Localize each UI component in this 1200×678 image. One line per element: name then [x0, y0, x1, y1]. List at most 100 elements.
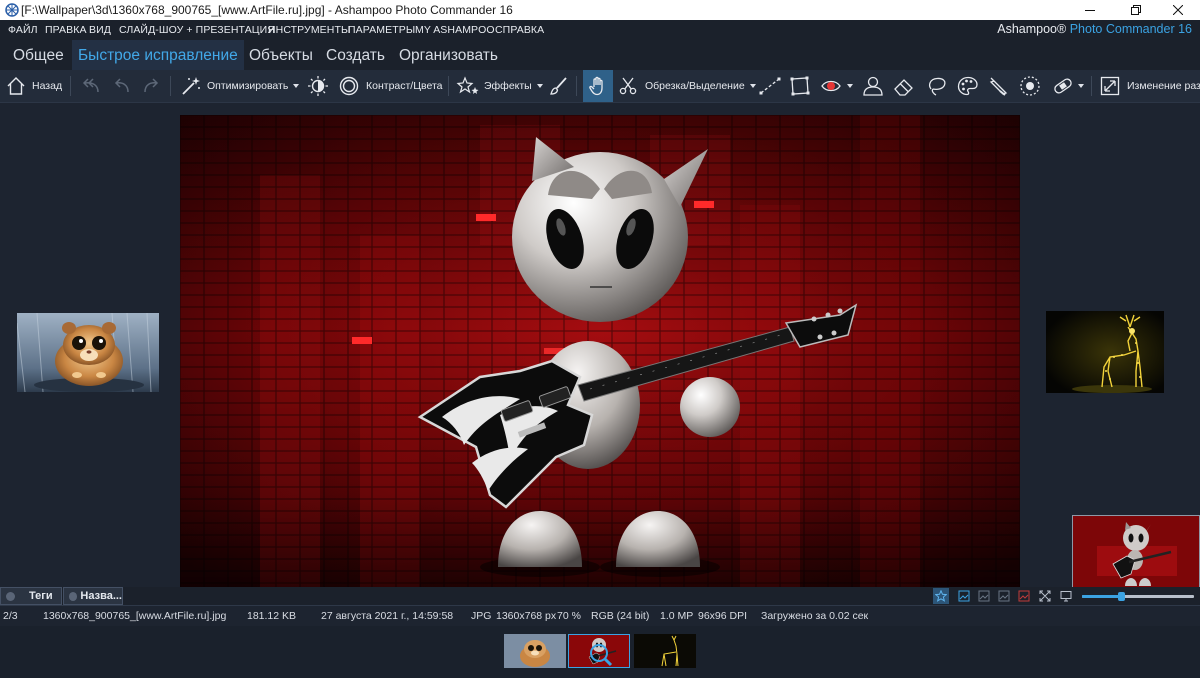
menu-help[interactable]: СПРАВКА — [495, 24, 544, 36]
close-button[interactable] — [1156, 0, 1200, 20]
brush-button[interactable] — [547, 70, 569, 102]
back-button[interactable]: Назад — [5, 70, 62, 102]
lasso-button[interactable] — [925, 70, 949, 102]
undo-all-button[interactable] — [78, 70, 102, 102]
hand-icon — [589, 76, 603, 96]
tab-objects[interactable]: Объекты — [243, 40, 319, 70]
navigator-preview[interactable] — [1072, 515, 1200, 589]
main-image[interactable] — [180, 115, 1020, 589]
optimize-button[interactable]: Оптимизировать — [180, 70, 300, 102]
brightness-icon — [308, 76, 328, 96]
menu-tools[interactable]: ИНСТРУМЕНТЫ — [268, 24, 350, 36]
line-tool-button[interactable] — [758, 70, 782, 102]
minimize-icon — [1085, 10, 1095, 11]
names-panel-tab[interactable]: Назва... — [63, 587, 123, 605]
resize-icon — [1100, 76, 1120, 96]
tab-quick-fix[interactable]: Быстрое исправление — [72, 40, 244, 70]
tags-dot-icon — [6, 591, 15, 601]
vignette-button[interactable] — [1018, 70, 1042, 102]
eraser-button[interactable] — [892, 70, 916, 102]
brand-prefix: Ashampoo® — [997, 22, 1070, 36]
bandage-button[interactable] — [1051, 70, 1084, 102]
vignette-icon — [1020, 76, 1040, 96]
view-mode-4-button[interactable] — [1016, 588, 1032, 604]
file-date: 27 августа 2021 г., 14:59:58 — [321, 610, 454, 622]
red-eye-button[interactable] — [820, 70, 853, 102]
favorite-button[interactable] — [933, 588, 949, 604]
image-viewer[interactable] — [0, 103, 1200, 589]
robot-guitarist-picture — [180, 115, 1020, 589]
contrast-colors-button[interactable]: Контраст/Цвета — [338, 70, 442, 102]
zoom-slider-handle[interactable] — [1118, 592, 1126, 601]
file-size: 181.12 KB — [247, 610, 297, 622]
magic-wand-icon — [182, 77, 200, 95]
view-mode-3-button[interactable] — [996, 588, 1012, 604]
restore-icon — [1131, 5, 1141, 15]
navigator-thumbnail — [1073, 516, 1199, 588]
hamster-photo — [17, 313, 159, 392]
pipette-icon — [989, 77, 1008, 96]
portrait-button[interactable] — [861, 70, 885, 102]
app-icon — [5, 3, 19, 17]
polygon-tool-icon — [790, 76, 810, 96]
file-format: JPG — [471, 610, 492, 622]
polygon-tool-button[interactable] — [789, 70, 811, 102]
hand-tool-button[interactable] — [583, 70, 613, 102]
line-tool-icon — [759, 77, 781, 95]
fullscreen-icon — [1039, 590, 1051, 602]
home-icon — [7, 77, 25, 95]
redo-button[interactable] — [141, 70, 163, 102]
chevron-down-icon — [749, 84, 756, 88]
view-mode-1-button[interactable] — [956, 588, 972, 604]
red-eye-icon — [821, 80, 841, 92]
effects-stars-icon — [456, 76, 479, 94]
brand-logo: Ashampoo® Photo Commander 16 — [997, 22, 1192, 36]
menu-my-ashampoo[interactable]: MY ASHAMPOO — [415, 24, 495, 36]
menu-settings[interactable]: ПАРАМЕТРЫ — [348, 24, 415, 36]
crop-selection-button[interactable]: Обрезка/Выделение — [617, 70, 756, 102]
menu-slideshow[interactable]: СЛАЙД-ШОУ + ПРЕЗЕНТАЦИЯ — [119, 24, 275, 36]
effects-button[interactable]: Эффекты — [456, 70, 543, 102]
image-dimensions: 1360x768 px — [496, 610, 557, 622]
filmstrip-thumbnail-hamster[interactable] — [504, 634, 566, 668]
fullscreen-button[interactable] — [1037, 588, 1053, 604]
crop-label: Обрезка/Выделение — [645, 80, 745, 92]
image-frame-icon — [958, 590, 970, 602]
previous-image-thumbnail[interactable] — [17, 313, 159, 392]
golden-deer-photo — [1046, 311, 1164, 393]
chevron-down-icon — [1078, 84, 1084, 88]
menu-file[interactable]: ФАЙЛ — [8, 24, 38, 36]
eraser-icon — [894, 79, 913, 96]
filmstrip-thumbnail-current[interactable] — [568, 634, 630, 668]
star-icon — [935, 590, 947, 602]
load-time: Загружено за 0.02 сек — [761, 610, 869, 622]
megapixels: 1.0 MP — [660, 610, 694, 622]
resize-button[interactable]: Изменение размера — [1099, 70, 1200, 102]
filmstrip-thumbnail-deer[interactable] — [634, 634, 696, 668]
toolbar-separator — [1091, 76, 1092, 96]
filmstrip — [0, 626, 1200, 678]
menu-edit[interactable]: ПРАВКА — [45, 24, 87, 36]
tags-panel-tab[interactable]: Теги — [0, 587, 62, 605]
view-mode-2-button[interactable] — [976, 588, 992, 604]
tab-create[interactable]: Создать — [320, 40, 391, 70]
undo-button[interactable] — [110, 70, 132, 102]
contrast-label: Контраст/Цвета — [366, 80, 443, 92]
lasso-icon — [929, 77, 946, 96]
pipette-button[interactable] — [987, 70, 1011, 102]
robot-guitarist-photo — [569, 635, 629, 667]
tab-general[interactable]: Общее — [7, 40, 70, 70]
restore-button[interactable] — [1114, 0, 1158, 20]
undo-all-icon — [82, 78, 99, 93]
palette-button[interactable] — [956, 70, 980, 102]
menu-view[interactable]: ВИД — [89, 24, 111, 36]
tab-organize[interactable]: Организовать — [393, 40, 504, 70]
menu-bar: ФАЙЛ ПРАВКА ВИД СЛАЙД-ШОУ + ПРЕЗЕНТАЦИЯ … — [0, 20, 1200, 40]
monitor-button[interactable] — [1058, 588, 1074, 604]
zoom-slider[interactable] — [1082, 592, 1194, 601]
toolbar-separator — [70, 76, 71, 96]
tags-label: Теги — [29, 590, 53, 602]
brightness-button[interactable] — [307, 70, 329, 102]
minimize-button[interactable] — [1068, 0, 1112, 20]
next-image-thumbnail[interactable] — [1046, 311, 1164, 393]
